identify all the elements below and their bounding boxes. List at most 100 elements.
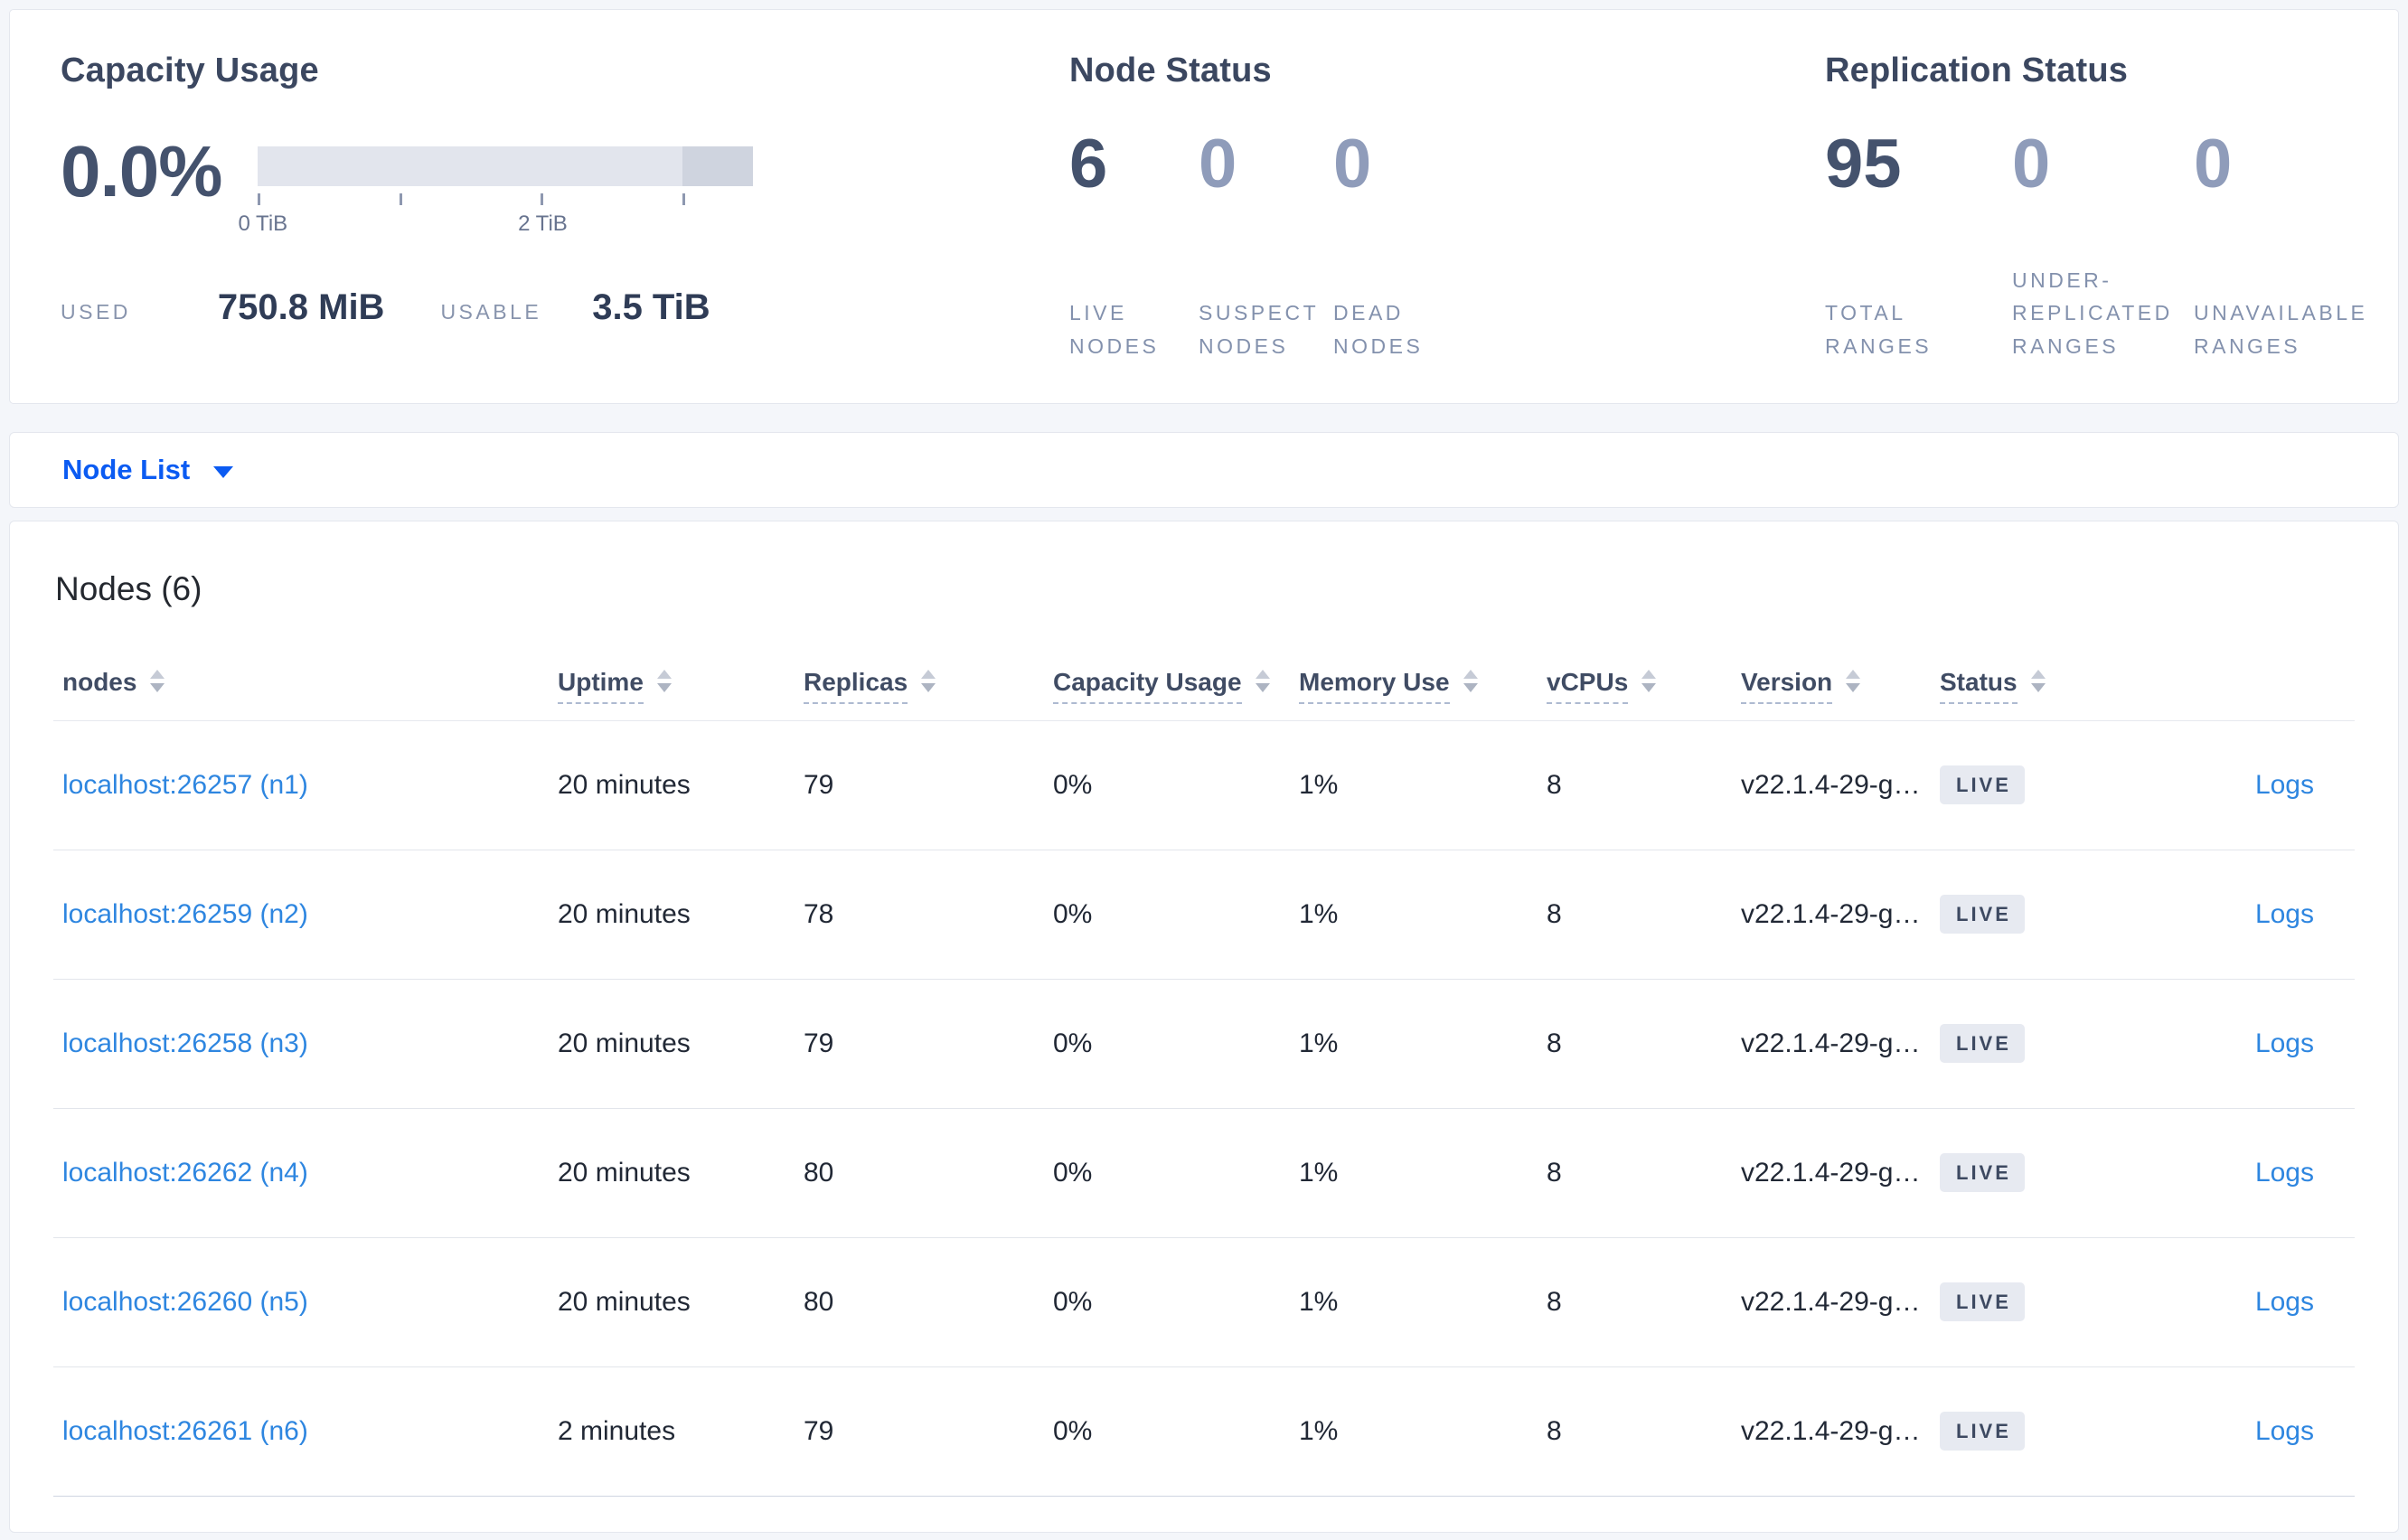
- cell-capacity-usage: 0%: [1044, 1108, 1290, 1238]
- cell-version: v22.1.4-29-g…: [1732, 720, 1931, 850]
- cell-vcpus: 8: [1538, 979, 1732, 1109]
- nodes-table-card: Nodes (6) nodes Uptime Replicas Capacity…: [9, 521, 2399, 1533]
- under-replicated-ranges-metric: 0 UNDER- REPLICATED RANGES: [2012, 130, 2194, 363]
- cell-memory-use: 1%: [1290, 1237, 1538, 1367]
- cell-version: v22.1.4-29-g…: [1732, 850, 1931, 980]
- capacity-usage-percent: 0.0%: [61, 131, 222, 211]
- node-list-dropdown-label[interactable]: Node List: [62, 454, 190, 486]
- used-label: USED: [61, 300, 131, 324]
- sort-icon[interactable]: [656, 669, 672, 692]
- cell-logs: Logs: [2125, 1366, 2355, 1497]
- node-link[interactable]: localhost:26262 (n4): [62, 1158, 308, 1188]
- total-ranges-metric: 95 TOTAL RANGES: [1825, 130, 2012, 363]
- node-link[interactable]: localhost:26259 (n2): [62, 899, 308, 929]
- sort-icon[interactable]: [2030, 669, 2046, 692]
- cell-logs: Logs: [2125, 979, 2355, 1109]
- dead-nodes-metric: 0 DEAD NODES: [1333, 130, 1423, 363]
- node-list-dropdown[interactable]: Node List: [9, 432, 2399, 508]
- cell-status: LIVE: [1931, 979, 2125, 1109]
- logs-link[interactable]: Logs: [2255, 1028, 2314, 1058]
- cell-node-address: localhost:26261 (n6): [53, 1366, 549, 1497]
- sort-icon[interactable]: [1846, 669, 1861, 692]
- cell-status: LIVE: [1931, 850, 2125, 980]
- logs-link[interactable]: Logs: [2255, 1287, 2314, 1317]
- column-header-replicas[interactable]: Replicas: [795, 650, 1044, 721]
- status-badge: LIVE: [1940, 895, 2025, 934]
- node-status-title: Node Status: [1069, 52, 1272, 89]
- cell-memory-use: 1%: [1290, 1366, 1538, 1497]
- cell-uptime: 20 minutes: [549, 1237, 795, 1367]
- cell-memory-use: 1%: [1290, 1108, 1538, 1238]
- logs-link[interactable]: Logs: [2255, 1158, 2314, 1188]
- table-row-n2: localhost:26259 (n2) 20 minutes 78 0% 1%…: [53, 850, 2355, 980]
- cell-logs: Logs: [2125, 720, 2355, 850]
- status-badge: LIVE: [1940, 1153, 2025, 1192]
- sort-icon[interactable]: [1641, 669, 1657, 692]
- replication-status-metrics: 95 TOTAL RANGES 0 UNDER- REPLICATED RANG…: [1825, 130, 2367, 363]
- cell-vcpus: 8: [1538, 1237, 1732, 1367]
- cell-replicas: 80: [795, 1237, 1044, 1367]
- replication-status-section: Replication Status 95 TOTAL RANGES 0 UND…: [1825, 52, 2367, 363]
- node-status-metrics: 6 LIVE NODES 0 SUSPECT NODES 0 DEAD NODE…: [1069, 130, 1423, 363]
- column-header-label: Memory Use: [1299, 667, 1450, 704]
- status-badge: LIVE: [1940, 1412, 2025, 1451]
- cell-vcpus: 8: [1538, 720, 1732, 850]
- logs-link[interactable]: Logs: [2255, 1416, 2314, 1446]
- logs-link[interactable]: Logs: [2255, 770, 2314, 800]
- column-header-label: Uptime: [558, 667, 644, 704]
- live-nodes-count: 6: [1069, 126, 1108, 202]
- cell-node-address: localhost:26260 (n5): [53, 1237, 549, 1367]
- column-header-label: Status: [1940, 667, 2018, 704]
- cell-memory-use: 1%: [1290, 979, 1538, 1109]
- sort-icon[interactable]: [1463, 669, 1478, 692]
- node-link[interactable]: localhost:26258 (n3): [62, 1028, 308, 1058]
- cell-uptime: 20 minutes: [549, 850, 795, 980]
- sort-icon[interactable]: [1255, 669, 1270, 692]
- cluster-summary-card: Capacity Usage 0.0% 0 TiB 2 TiB USED 750…: [9, 9, 2399, 404]
- column-header-label: nodes: [62, 667, 137, 696]
- cell-capacity-usage: 0%: [1044, 1237, 1290, 1367]
- cell-node-address: localhost:26262 (n4): [53, 1108, 549, 1238]
- capacity-usage-chart-row: 0.0% 0 TiB 2 TiB: [61, 131, 754, 236]
- usable-value: 3.5 TiB: [592, 287, 710, 327]
- sort-icon[interactable]: [921, 669, 936, 692]
- cell-version: v22.1.4-29-g…: [1732, 1108, 1931, 1238]
- under-replicated-ranges-count: 0: [2012, 126, 2051, 202]
- cell-logs: Logs: [2125, 1108, 2355, 1238]
- node-link[interactable]: localhost:26260 (n5): [62, 1287, 308, 1317]
- capacity-bar-usable-segment: [258, 146, 682, 186]
- cell-replicas: 78: [795, 850, 1044, 980]
- column-header-vcpus[interactable]: vCPUs: [1538, 650, 1732, 721]
- column-header-status[interactable]: Status: [1931, 650, 2125, 721]
- cell-status: LIVE: [1931, 1108, 2125, 1238]
- unavailable-ranges-label: UNAVAILABLE RANGES: [2194, 301, 2368, 359]
- cell-vcpus: 8: [1538, 1366, 1732, 1497]
- column-header-logs: [2125, 650, 2355, 721]
- table-row-n1: localhost:26257 (n1) 20 minutes 79 0% 1%…: [53, 720, 2355, 850]
- axis-tick: [258, 193, 261, 205]
- cell-version: v22.1.4-29-g…: [1732, 1366, 1931, 1497]
- sort-icon[interactable]: [150, 669, 165, 692]
- table-row-n4: localhost:26262 (n4) 20 minutes 80 0% 1%…: [53, 1108, 2355, 1238]
- column-header-nodes[interactable]: nodes: [53, 650, 549, 721]
- table-row-n5: localhost:26260 (n5) 20 minutes 80 0% 1%…: [53, 1237, 2355, 1367]
- cell-status: LIVE: [1931, 1237, 2125, 1367]
- column-header-uptime[interactable]: Uptime: [549, 650, 795, 721]
- cell-capacity-usage: 0%: [1044, 850, 1290, 980]
- node-status-section: Node Status 6 LIVE NODES 0 SUSPECT NODES…: [1069, 52, 1423, 363]
- logs-link[interactable]: Logs: [2255, 899, 2314, 929]
- column-header-memory-use[interactable]: Memory Use: [1290, 650, 1538, 721]
- suspect-nodes-metric: 0 SUSPECT NODES: [1199, 130, 1333, 363]
- column-header-capacity-usage[interactable]: Capacity Usage: [1044, 650, 1290, 721]
- node-link[interactable]: localhost:26261 (n6): [62, 1416, 308, 1446]
- cell-status: LIVE: [1931, 720, 2125, 850]
- dead-nodes-count: 0: [1333, 126, 1372, 202]
- cell-replicas: 80: [795, 1108, 1044, 1238]
- live-nodes-metric: 6 LIVE NODES: [1069, 130, 1199, 363]
- cell-uptime: 20 minutes: [549, 1108, 795, 1238]
- column-header-version[interactable]: Version: [1732, 650, 1931, 721]
- axis-tick: [541, 193, 544, 205]
- node-link[interactable]: localhost:26257 (n1): [62, 770, 308, 800]
- cell-capacity-usage: 0%: [1044, 979, 1290, 1109]
- dead-nodes-label: DEAD NODES: [1333, 301, 1424, 359]
